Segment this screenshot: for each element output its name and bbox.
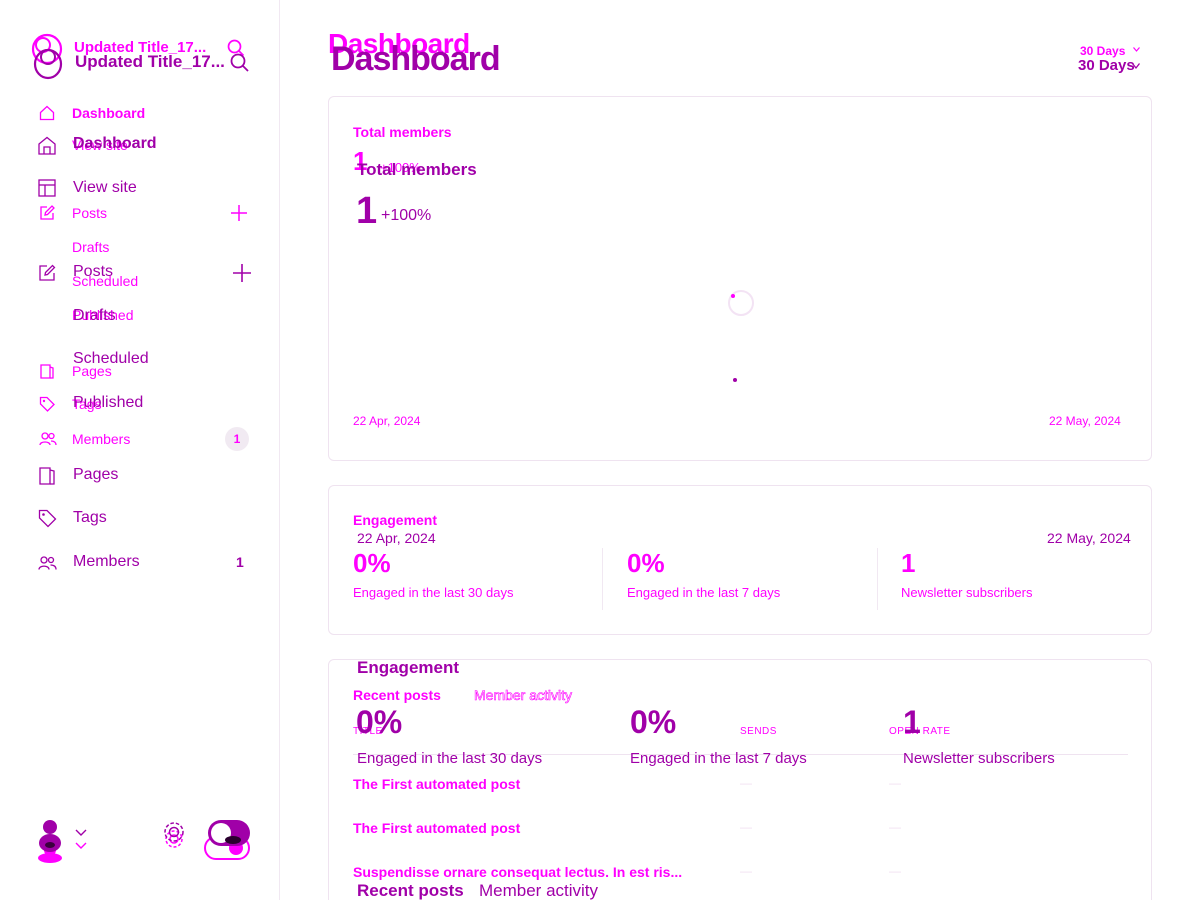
page-title: Dashboard — [331, 40, 501, 78]
members-card-change: +100% — [381, 207, 432, 224]
engagement-stat-value: 0% — [627, 548, 665, 578]
post-sends: — — [740, 820, 752, 834]
chart-point — [733, 378, 737, 382]
date-range-select[interactable]: 30 Days — [1078, 57, 1135, 74]
stat-divider — [602, 548, 603, 610]
nav-members[interactable]: Members — [72, 431, 130, 447]
members-card-label: Total members — [357, 160, 477, 179]
post-open-rate: — — [889, 820, 901, 834]
avatar[interactable] — [35, 818, 65, 862]
engagement-label: Engagement — [357, 658, 460, 677]
nav-drafts[interactable]: Drafts — [73, 307, 116, 325]
members-count-badge: 1 — [225, 427, 249, 451]
engagement-stat-value: 1 — [901, 548, 916, 578]
members-icon — [38, 556, 57, 570]
engagement-stat-value: 1 — [903, 704, 921, 740]
nav-drafts[interactable]: Drafts — [72, 239, 109, 255]
engagement-stat-value: 0% — [353, 548, 391, 578]
nav-view-site[interactable]: View site — [73, 179, 137, 197]
nav-pages[interactable]: Pages — [73, 466, 118, 484]
logo-icon[interactable] — [33, 47, 63, 80]
chevron-down-icon[interactable] — [75, 829, 87, 837]
page-icon — [39, 467, 55, 485]
engagement-stat-label: Engaged in the last 7 days — [630, 750, 807, 767]
search-icon[interactable] — [230, 53, 250, 73]
post-sends: — — [740, 776, 752, 790]
chart-date-end: 22 May, 2024 — [1047, 530, 1131, 546]
tag-icon — [38, 509, 57, 528]
nav-tags[interactable]: Tags — [73, 509, 107, 527]
tab-recent-posts[interactable]: Recent posts — [357, 881, 464, 900]
date-range-select[interactable]: 30 Days — [1080, 44, 1125, 58]
nav-scheduled[interactable]: Scheduled — [73, 350, 149, 368]
plus-icon[interactable] — [230, 204, 248, 222]
post-open-rate: — — [889, 864, 901, 878]
nav-members[interactable]: Members — [73, 553, 140, 571]
engagement-stat-value: 0% — [356, 704, 403, 740]
plus-icon[interactable] — [232, 263, 252, 283]
members-icon — [39, 432, 57, 446]
home-icon — [38, 136, 56, 155]
edit-icon — [39, 264, 56, 281]
edit-icon — [40, 205, 55, 220]
engagement-stat-label: Engaged in the last 7 days — [627, 585, 781, 600]
chart-date-start: 22 Apr, 2024 — [357, 530, 436, 546]
post-title-link[interactable]: The First automated post — [353, 776, 520, 792]
column-sends: SENDS — [740, 726, 777, 737]
sidebar-divider — [279, 0, 280, 900]
post-open-rate: — — [889, 776, 901, 790]
engagement-stat-label: Newsletter subscribers — [903, 750, 1055, 767]
chevron-down-icon[interactable] — [75, 842, 87, 850]
tag-icon — [39, 396, 55, 412]
engagement-stat-label: Newsletter subscribers — [901, 585, 1033, 600]
post-title-link[interactable]: The First automated post — [353, 820, 520, 836]
view-site-icon — [38, 179, 56, 197]
gear-icon[interactable] — [162, 820, 186, 844]
home-icon — [39, 105, 55, 121]
post-sends: — — [740, 864, 752, 878]
chart-point — [731, 294, 735, 298]
stat-divider — [877, 548, 878, 610]
tab-member-activity[interactable]: Member activity — [479, 881, 598, 900]
tab-recent-posts[interactable]: Recent posts — [353, 687, 441, 703]
chevron-down-icon[interactable] — [1133, 47, 1140, 52]
engagement-stat-label: Engaged in the last 30 days — [353, 585, 514, 600]
nav-dashboard[interactable]: Dashboard — [73, 135, 157, 153]
nav-dashboard[interactable]: Dashboard — [72, 105, 145, 121]
engagement-stat-value: 0% — [630, 704, 677, 740]
chart-date-start: 22 Apr, 2024 — [353, 414, 421, 428]
nav-published[interactable]: Published — [73, 394, 143, 412]
post-title-link[interactable]: Suspendisse ornare consequat lectus. In … — [353, 864, 682, 880]
members-card-value: 1 — [356, 190, 378, 232]
chart-date-end: 22 May, 2024 — [1049, 414, 1121, 428]
members-count-badge: 1 — [236, 554, 244, 570]
nav-posts[interactable]: Posts — [72, 205, 107, 221]
engagement-stat-label: Engaged in the last 30 days — [357, 750, 543, 767]
engagement-label: Engagement — [353, 512, 438, 528]
page-icon — [40, 364, 54, 379]
chevron-down-icon[interactable] — [1131, 63, 1141, 70]
site-title[interactable]: Updated Title_17... — [75, 52, 225, 72]
tab-member-activity[interactable]: Member activity — [474, 687, 573, 704]
members-card — [328, 96, 1152, 461]
engagement-card — [328, 485, 1152, 635]
nav-posts[interactable]: Posts — [73, 263, 113, 281]
toggle-icon[interactable] — [207, 819, 251, 847]
members-card-label: Total members — [353, 124, 452, 140]
